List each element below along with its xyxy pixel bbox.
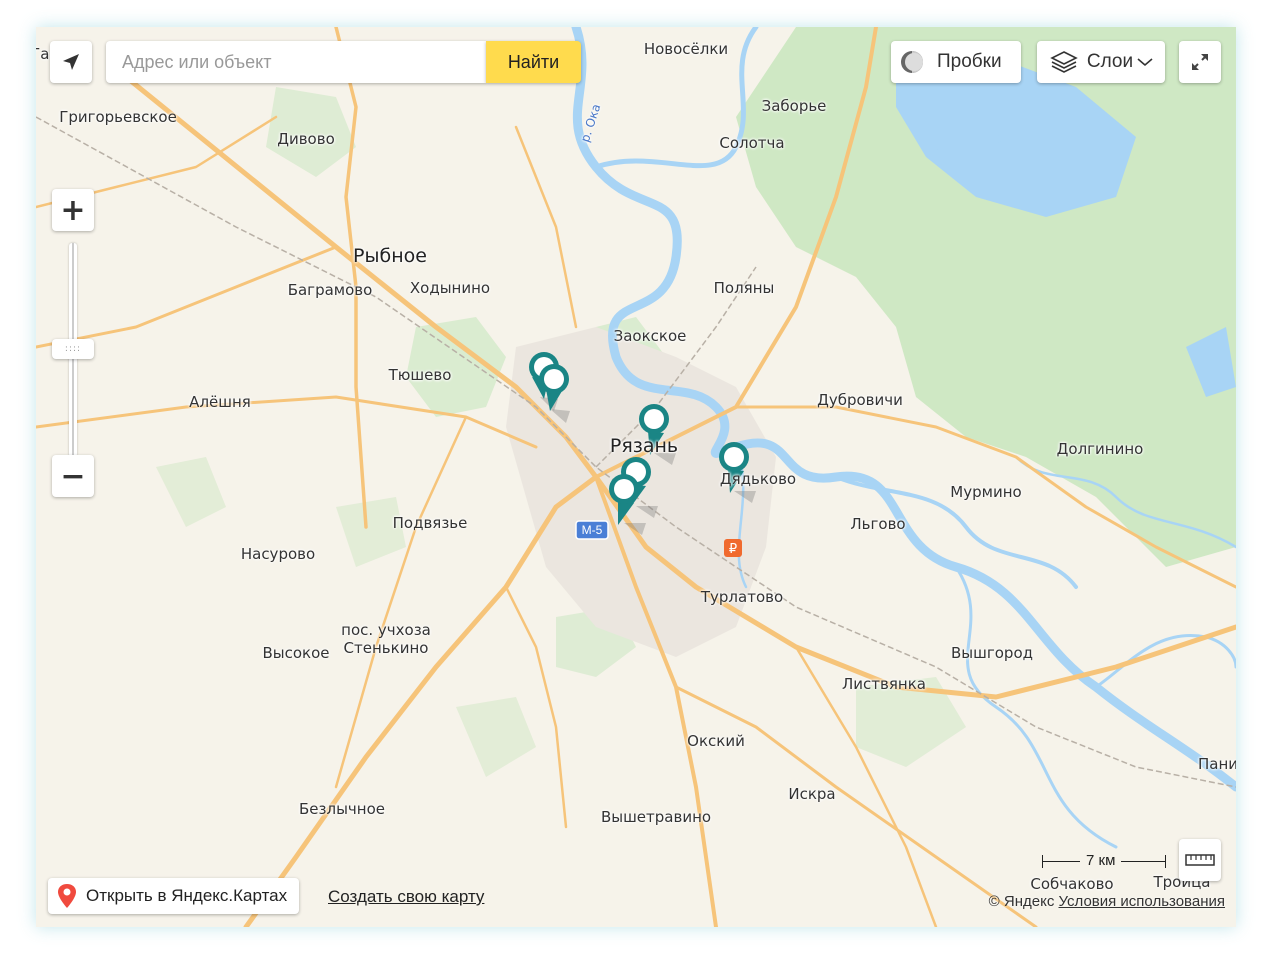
place-label: Листвянка xyxy=(842,675,926,693)
traffic-icon xyxy=(901,51,923,73)
geolocation-button[interactable] xyxy=(50,41,92,83)
place-label: Солотча xyxy=(719,134,785,152)
search-button[interactable]: Найти xyxy=(486,41,581,83)
place-label: Подвязье xyxy=(392,514,468,532)
place-label: Окский xyxy=(687,732,745,750)
layers-button[interactable]: Слои xyxy=(1037,41,1165,83)
chevron-down-icon xyxy=(1137,58,1153,67)
open-in-yandex-label: Открыть в Яндекс.Картах xyxy=(86,886,288,905)
create-map-link[interactable]: Создать свою карту xyxy=(328,887,484,907)
place-label: Долгинино xyxy=(1056,440,1144,458)
search-input[interactable] xyxy=(106,41,486,83)
place-label: Льгово xyxy=(850,515,906,533)
expand-icon xyxy=(1192,54,1208,70)
zoom-handle-grip: :::: xyxy=(64,344,82,354)
bank-icon[interactable]: ₽ xyxy=(724,539,742,557)
place-label: Турлатово xyxy=(700,588,784,606)
place-label: Искра xyxy=(788,785,836,803)
place-label: Заборье xyxy=(761,97,827,115)
fullscreen-button[interactable] xyxy=(1179,41,1221,83)
place-label: Насурово xyxy=(240,545,316,563)
zoom-handle[interactable]: :::: xyxy=(52,339,94,359)
place-label: Пани xyxy=(1197,755,1236,773)
place-label: пос. учхоза xyxy=(341,621,431,639)
place-label: Дядьково xyxy=(719,470,797,488)
place-label: Баграмово xyxy=(287,281,373,299)
place-label: Безлычное xyxy=(298,800,386,818)
scale-bar: 7 км xyxy=(1042,852,1166,871)
place-label: Дубровичи xyxy=(817,391,903,409)
minus-icon: − xyxy=(60,458,86,494)
place-label: Собчаково xyxy=(1030,875,1114,893)
terms-link[interactable]: Условия использования xyxy=(1059,893,1226,910)
place-label: Поляны xyxy=(713,279,775,297)
copyright: © Яндекс Условия использования xyxy=(989,893,1225,910)
place-label: Рыбное xyxy=(353,245,427,267)
place-label: Тюшево xyxy=(388,366,452,384)
place-label: Мурмино xyxy=(950,483,1022,501)
place-label: Алёшня xyxy=(189,393,251,411)
traffic-label: Пробки xyxy=(937,51,1002,72)
location-pin-icon xyxy=(58,884,76,908)
arrow-navigation-icon xyxy=(63,54,79,70)
place-label: Вышетравино xyxy=(600,808,712,826)
ruler-button[interactable] xyxy=(1179,839,1221,881)
ruler-icon xyxy=(1185,854,1215,866)
copyright-text: © Яндекс xyxy=(988,893,1055,910)
zoom-out-button[interactable]: − xyxy=(52,455,94,497)
place-label: Григорьевское xyxy=(59,108,177,126)
layers-icon xyxy=(1050,51,1078,73)
zoom-in-button[interactable]: + xyxy=(52,189,94,231)
place-label: Высокое xyxy=(262,644,330,662)
place-label: Дивово xyxy=(277,130,335,148)
traffic-button[interactable]: Пробки xyxy=(891,41,1021,83)
plus-icon: + xyxy=(60,192,86,228)
place-label: Ходынино xyxy=(409,279,491,297)
place-label: Рязань xyxy=(609,435,679,457)
place-label: Заокское xyxy=(613,327,687,345)
map-frame[interactable]: ₽ М-5 Га..овНовосёлкиЗаборьеСолотчаГриго… xyxy=(36,27,1236,927)
scale-label: 7 км xyxy=(1080,852,1122,869)
layers-label: Слои xyxy=(1086,51,1134,72)
svg-text:₽: ₽ xyxy=(729,542,737,557)
place-label: Вышгород xyxy=(951,644,1033,662)
place-label: Новосёлки xyxy=(643,40,729,58)
map-canvas[interactable]: ₽ xyxy=(36,27,1236,927)
road-badge-label: М-5 xyxy=(581,523,603,537)
place-label: Стенькино xyxy=(343,639,429,657)
open-in-yandex-button[interactable]: Открыть в Яндекс.Картах xyxy=(48,878,300,914)
